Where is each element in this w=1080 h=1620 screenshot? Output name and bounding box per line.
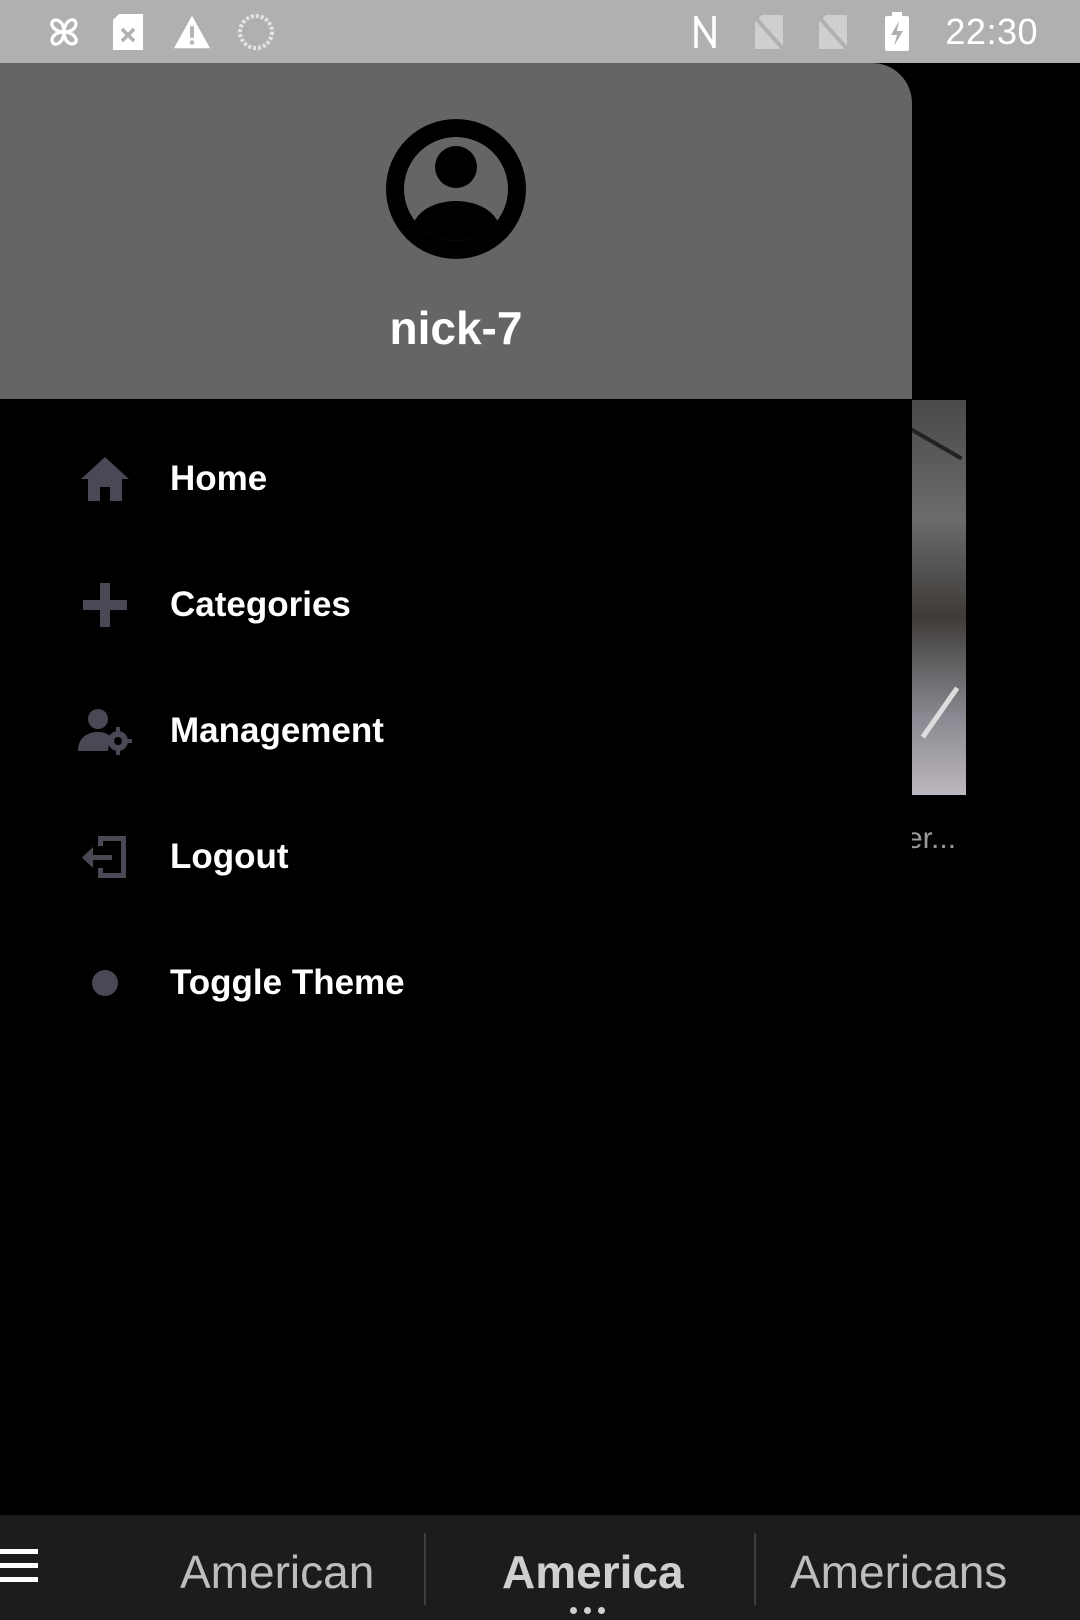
screen: 22:30 er... nick-7 Home Categories Manag… [0,0,1080,1620]
menu-item-logout[interactable]: Logout [0,797,912,917]
menu-item-label: Home [170,459,268,498]
no-sim-icon [749,12,789,52]
background-article-caption: er... [906,822,957,855]
no-sim-icon [813,12,853,52]
suggestion-item-selected[interactable]: America [502,1545,684,1599]
account-circle-icon[interactable] [386,119,526,259]
clock: 22:30 [945,10,1038,52]
suggestion-divider [754,1533,756,1605]
sim-card-x-icon [108,12,148,52]
drawer-header: nick-7 [0,63,912,399]
hamburger-icon[interactable] [0,1549,42,1589]
menu-item-label: Categories [170,585,351,624]
status-bar-left [44,12,276,52]
nfc-icon [685,12,725,52]
menu-item-toggle-theme[interactable]: Toggle Theme [0,923,912,1043]
suggestion-item[interactable]: American [180,1545,374,1599]
status-bar-right: 22:30 [685,11,1038,53]
dot-icon [78,956,132,1010]
suggestion-item[interactable]: Americans [790,1545,1007,1599]
battery-charging-icon [877,11,917,52]
status-bar: 22:30 [0,0,1080,63]
loading-circle-icon [236,12,276,52]
suggestion-divider [424,1533,426,1605]
home-icon [78,452,132,506]
menu-item-label: Toggle Theme [170,963,405,1002]
logout-icon [78,830,132,884]
menu-item-categories[interactable]: Categories [0,545,912,665]
warning-icon [172,12,212,52]
menu-item-label: Management [170,711,384,750]
menu-item-label: Logout [170,837,289,876]
navigation-drawer: nick-7 Home Categories Management Logout… [0,63,912,1515]
pinwheel-icon [44,12,84,52]
more-options-icon[interactable] [570,1607,605,1614]
keyboard-suggestion-bar: American America Americans [0,1515,1080,1620]
menu-item-home[interactable]: Home [0,419,912,539]
user-settings-icon [78,704,132,758]
username: nick-7 [389,302,523,354]
menu-item-management[interactable]: Management [0,671,912,791]
plus-icon [78,578,132,632]
